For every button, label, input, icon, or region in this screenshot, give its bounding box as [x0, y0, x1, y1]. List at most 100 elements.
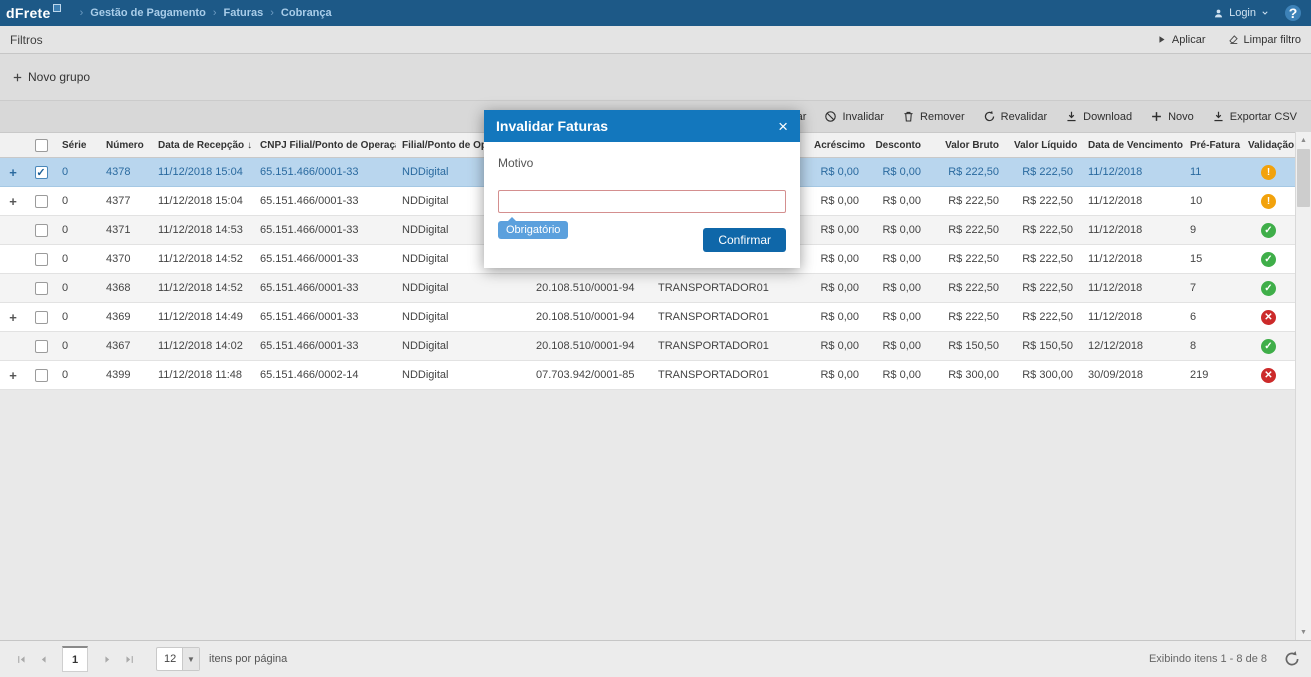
app-logo[interactable]: dFrete: [6, 5, 51, 21]
cell-desconto: R$ 0,00: [868, 215, 930, 245]
cell-recepcao: 11/12/2018 11:48: [152, 360, 254, 390]
cell-transp: TRANSPORTADOR01: [652, 273, 808, 303]
row-checkbox[interactable]: [34, 281, 48, 295]
cell-check: ✓: [26, 157, 56, 187]
cell-validacao: ✓: [1242, 215, 1295, 245]
cell-check: [26, 186, 56, 216]
login-menu[interactable]: Login: [1213, 7, 1269, 19]
topbar-right: Login ?: [1213, 5, 1301, 21]
filters-actions: Aplicar Limpar filtro: [1156, 34, 1301, 46]
cell-numero: 4368: [100, 273, 152, 303]
cell-vencimento: 11/12/2018: [1082, 244, 1184, 274]
cell-cnpj_transp: 20.108.510/0001-94: [530, 302, 652, 332]
close-icon[interactable]: ×: [778, 118, 788, 135]
cell-vencimento: 12/12/2018: [1082, 331, 1184, 361]
modal-header: Invalidar Faturas ×: [484, 110, 800, 142]
row-checkbox[interactable]: [34, 368, 48, 382]
cell-prefatura: 9: [1184, 215, 1242, 245]
header-prefatura[interactable]: Pré-Fatura: [1184, 132, 1242, 158]
apply-button[interactable]: Aplicar: [1156, 34, 1206, 46]
cell-cnpj_transp: 07.703.942/0001-85: [530, 360, 652, 390]
cell-transp: TRANSPORTADOR01: [652, 360, 808, 390]
row-checkbox[interactable]: ✓: [34, 165, 48, 179]
cell-bruto: R$ 222,50: [930, 215, 1008, 245]
confirm-button[interactable]: Confirmar: [703, 228, 786, 252]
header-liquido[interactable]: Valor Líquido: [1008, 132, 1082, 158]
refresh-button[interactable]: [1283, 650, 1301, 668]
row-expand-button[interactable]: +: [9, 310, 17, 325]
pager-last-button[interactable]: [118, 648, 140, 670]
row-expand-button[interactable]: +: [9, 368, 17, 383]
cell-cnpj_transp: 20.108.510/0001-94: [530, 331, 652, 361]
header-validacao[interactable]: Validação: [1242, 132, 1295, 158]
table-row[interactable]: 0 4367 11/12/2018 14:02 65.151.466/0001-33 N…: [0, 331, 1295, 361]
pager-prev-button[interactable]: [32, 648, 54, 670]
table-row[interactable]: +0 4399 11/12/2018 11:48 65.151.466/0002-14…: [0, 360, 1295, 390]
header-bruto[interactable]: Valor Bruto: [930, 132, 1008, 158]
select-all-checkbox[interactable]: [34, 138, 48, 152]
scrollbar-track[interactable]: [1296, 148, 1311, 624]
breadcrumb-item-cobranca[interactable]: Cobrança: [281, 7, 332, 19]
scrollbar-thumb[interactable]: [1297, 149, 1310, 207]
exportar-csv-label: Exportar CSV: [1229, 110, 1297, 123]
table-row[interactable]: 0 4368 11/12/2018 14:52 65.151.466/0001-33 N…: [0, 273, 1295, 303]
header-desconto[interactable]: Desconto: [868, 132, 930, 158]
cell-cnpj_filial: 65.151.466/0001-33: [254, 273, 396, 303]
pager-page-1[interactable]: 1: [62, 646, 88, 672]
cell-transp: TRANSPORTADOR01: [652, 331, 808, 361]
novo-button[interactable]: Novo: [1150, 110, 1194, 123]
row-expand-button[interactable]: +: [9, 165, 17, 180]
cell-check: [26, 244, 56, 274]
breadcrumb-item-gestao-de-pagamento[interactable]: Gestão de Pagamento: [90, 7, 206, 19]
row-checkbox[interactable]: [34, 223, 48, 237]
page-size-value: 12: [164, 653, 177, 665]
cell-numero: 4371: [100, 215, 152, 245]
scroll-up-button[interactable]: ▲: [1296, 132, 1311, 148]
table-row[interactable]: +0 4369 11/12/2018 14:49 65.151.466/0001-33…: [0, 302, 1295, 332]
cell-cnpj_filial: 65.151.466/0001-33: [254, 186, 396, 216]
refresh-icon: [984, 110, 994, 122]
cell-recepcao: 11/12/2018 14:52: [152, 244, 254, 274]
person-icon: [1215, 9, 1223, 17]
row-checkbox[interactable]: [34, 252, 48, 266]
row-expand-button[interactable]: +: [9, 194, 17, 209]
cell-cnpj_transp: 20.108.510/0001-94: [530, 273, 652, 303]
scroll-down-button[interactable]: ▼: [1296, 624, 1311, 640]
motivo-input[interactable]: [498, 190, 786, 213]
cell-filial: NDDigital: [396, 360, 530, 390]
new-group-button[interactable]: Novo grupo: [12, 70, 90, 84]
remover-button[interactable]: Remover: [902, 110, 965, 123]
app-root: dFrete › Gestão de Pagamento › Faturas ›…: [0, 0, 1311, 677]
cell-recepcao: 11/12/2018 15:04: [152, 157, 254, 187]
vertical-scrollbar[interactable]: ▲ ▼: [1295, 132, 1311, 640]
header-vencimento[interactable]: Data de Vencimento: [1082, 132, 1184, 158]
breadcrumb-item-faturas[interactable]: Faturas: [223, 7, 263, 19]
help-button[interactable]: ?: [1285, 5, 1301, 21]
header-serie[interactable]: Série: [56, 132, 100, 158]
row-checkbox[interactable]: [34, 310, 48, 324]
header-cnpj_filial[interactable]: CNPJ Filial/Ponto de Operação: [254, 132, 396, 158]
exportar-csv-button[interactable]: Exportar CSV: [1212, 110, 1297, 123]
download-button[interactable]: Download: [1065, 110, 1132, 123]
pager-next-button[interactable]: [96, 648, 118, 670]
first-page-icon: [17, 655, 25, 663]
cell-liquido: R$ 222,50: [1008, 157, 1082, 187]
header-numero[interactable]: Número: [100, 132, 152, 158]
cell-acrescimo: R$ 0,00: [808, 244, 868, 274]
row-checkbox[interactable]: [34, 194, 48, 208]
row-checkbox[interactable]: [34, 339, 48, 353]
slash-circle-icon: [825, 111, 837, 122]
header-label: Valor Bruto: [945, 139, 999, 151]
pager-first-button[interactable]: [10, 648, 32, 670]
revalidar-button[interactable]: Revalidar: [983, 110, 1047, 123]
page-size-select[interactable]: 12 ▼: [156, 647, 200, 671]
invalidar-button[interactable]: Invalidar: [824, 110, 884, 123]
cell-prefatura: 11: [1184, 157, 1242, 187]
header-acrescimo[interactable]: Acréscimo: [808, 132, 868, 158]
download-label: Download: [1083, 110, 1133, 123]
header-label: Validação: [1248, 139, 1295, 151]
cell-expand: +: [0, 302, 26, 332]
clear-filter-button[interactable]: Limpar filtro: [1228, 34, 1301, 46]
cell-check: [26, 331, 56, 361]
header-recepcao[interactable]: Data de Recepção ↓: [152, 132, 254, 158]
